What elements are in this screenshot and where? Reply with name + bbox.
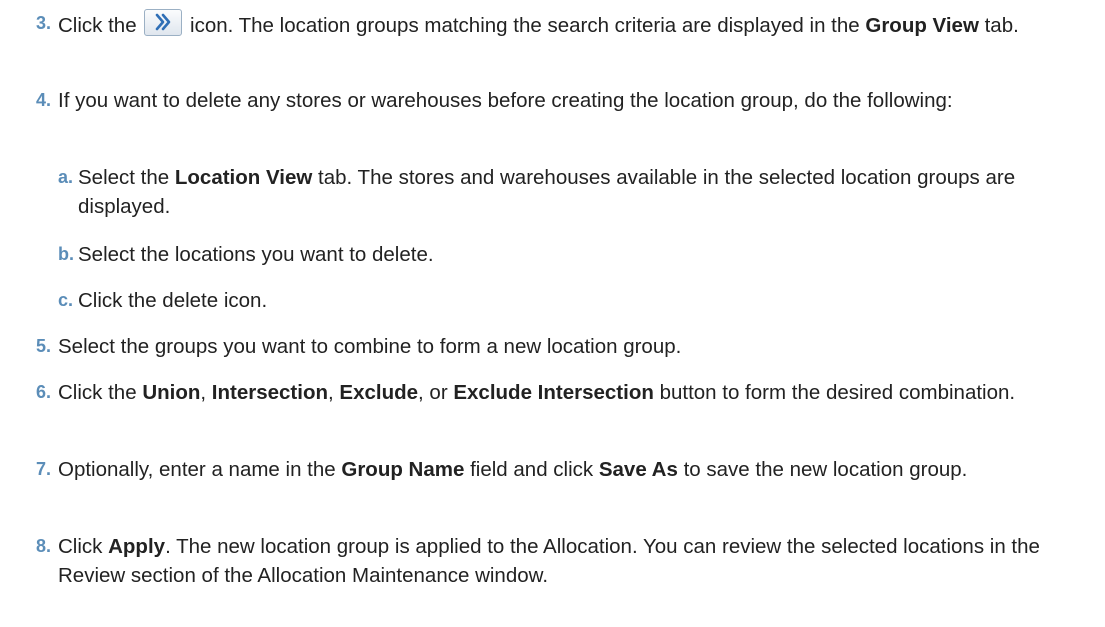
step-number: 8.: [36, 536, 52, 556]
step-text: Optionally, enter a name in the Group Na…: [58, 458, 968, 481]
step-text: Select the groups you want to combine to…: [58, 335, 682, 358]
step-text: Click the delete icon.: [78, 289, 268, 312]
step-number: b.: [58, 244, 74, 264]
step-text: Click the icon. The location groups matc…: [58, 9, 1065, 40]
step-text: Select the locations you want to delete.: [78, 243, 434, 266]
step-number: 6.: [36, 382, 52, 402]
step-number: c.: [58, 290, 74, 310]
step-number: 4.: [36, 90, 52, 110]
step-text: Click Apply. The new location group is a…: [58, 535, 1040, 587]
step-text: Select the Location View tab. The stores…: [78, 166, 1016, 218]
document-page: 3. Click the icon. The location groups m…: [0, 0, 1105, 627]
step-number: 7.: [36, 459, 52, 479]
step-number: 5.: [36, 336, 52, 356]
step-text: Click the Union, Intersection, Exclude, …: [58, 381, 1016, 404]
step-text: If you want to delete any stores or ware…: [58, 89, 953, 112]
step-number: 3.: [36, 13, 52, 33]
chevron-double-right-icon: [144, 9, 183, 36]
step-number: a.: [58, 167, 74, 187]
